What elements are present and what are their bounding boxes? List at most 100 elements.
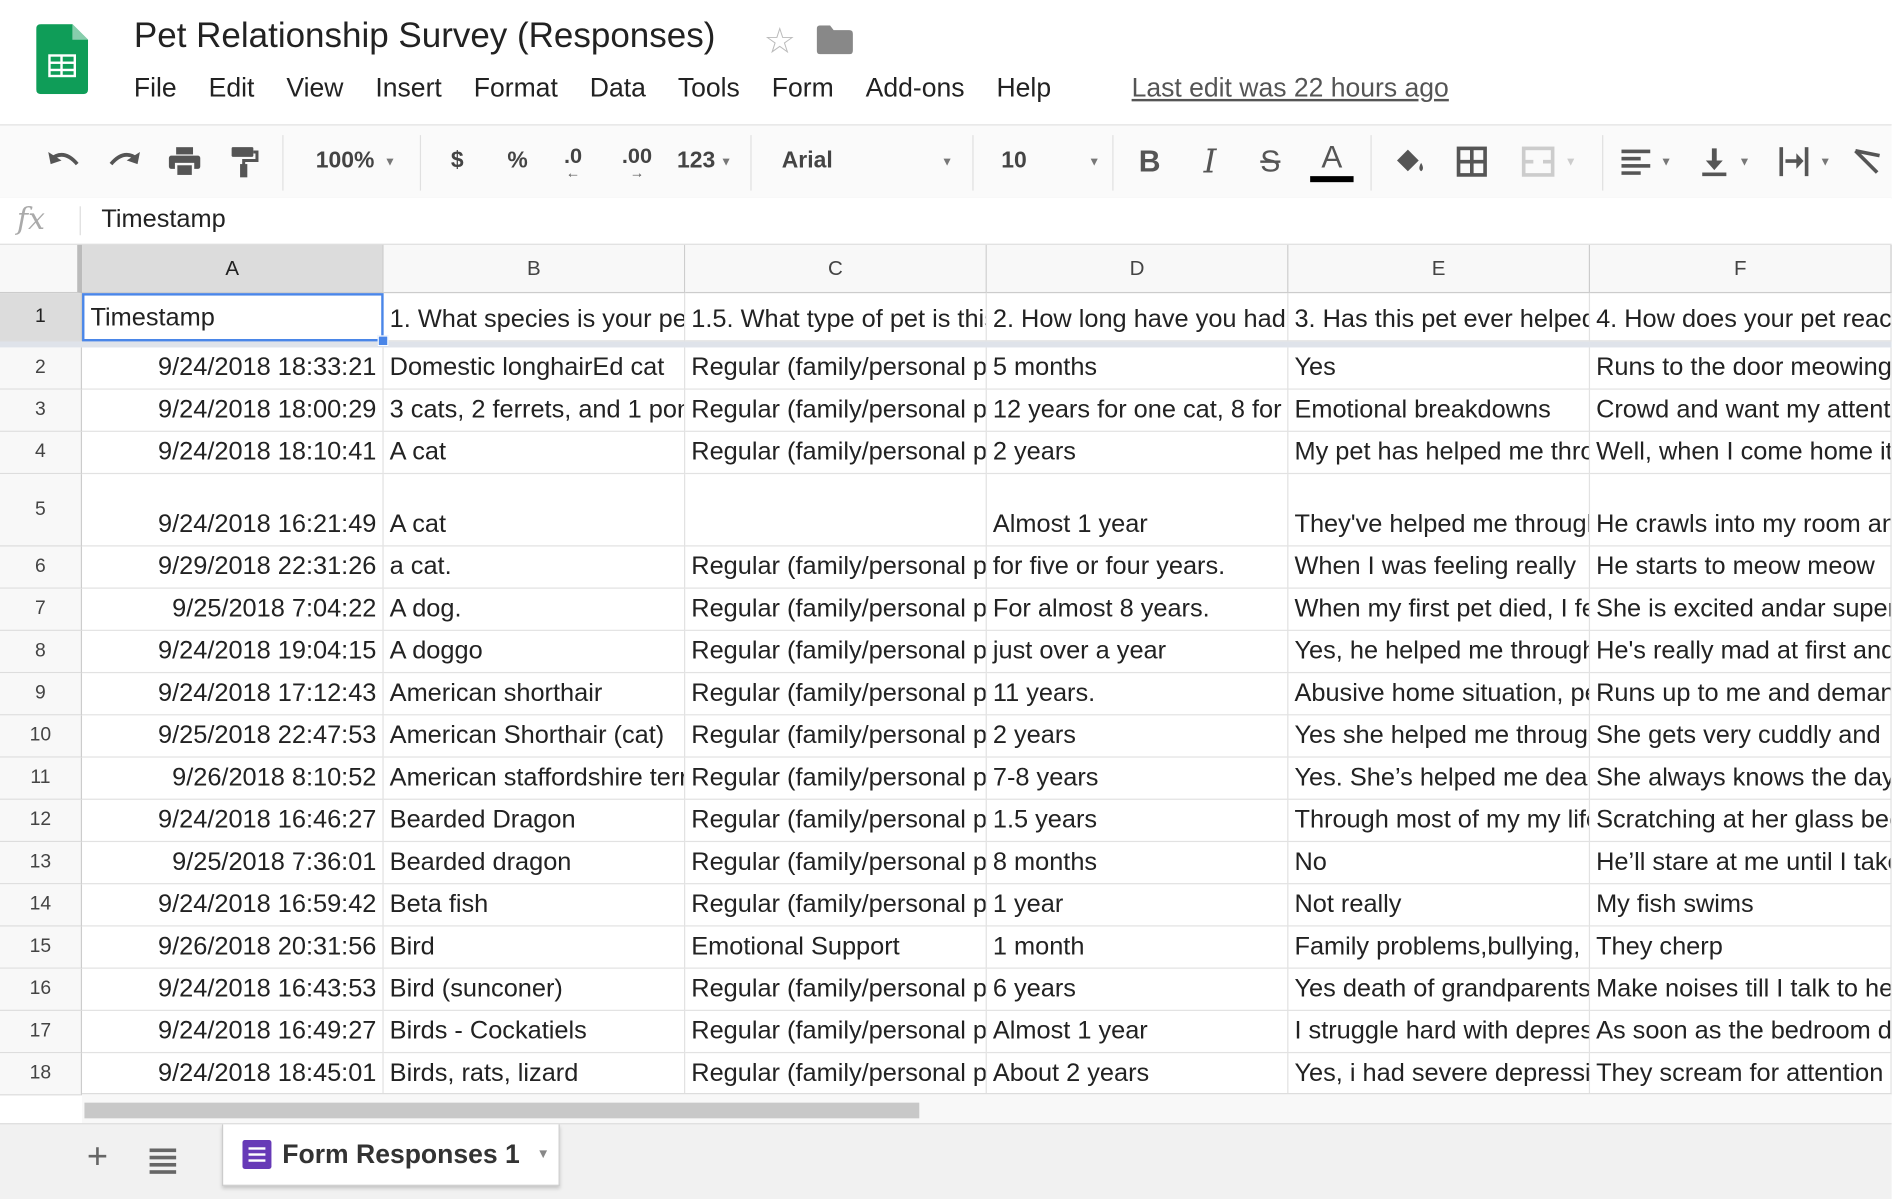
- table-cell[interactable]: Regular (family/personal pet): [685, 1053, 987, 1096]
- table-cell[interactable]: Birds - Cockatiels: [383, 1010, 686, 1054]
- fill-handle[interactable]: [377, 335, 389, 347]
- table-cell[interactable]: Abusive home situation, pet: [1288, 673, 1591, 716]
- row-header[interactable]: 3: [0, 389, 83, 432]
- table-cell[interactable]: They cherp: [1590, 926, 1892, 969]
- row-header[interactable]: 2: [0, 347, 83, 390]
- table-cell[interactable]: 1.5 years: [986, 799, 1289, 843]
- row-header[interactable]: 13: [0, 842, 83, 885]
- table-cell[interactable]: They scream for attention: [1590, 1053, 1892, 1096]
- table-cell[interactable]: 9/29/2018 22:31:26: [82, 546, 384, 589]
- table-cell[interactable]: 7-8 years: [986, 757, 1289, 800]
- table-cell[interactable]: Birds, rats, lizard: [383, 1053, 686, 1096]
- table-cell[interactable]: 9/24/2018 18:10:41: [82, 431, 384, 475]
- table-cell[interactable]: Regular (family/personal pet): [685, 389, 987, 432]
- table-cell[interactable]: Not really: [1288, 884, 1591, 927]
- column-header-e[interactable]: E: [1288, 244, 1591, 294]
- sheets-logo-icon[interactable]: [36, 24, 89, 95]
- menu-edit[interactable]: Edit: [209, 72, 255, 103]
- text-rotation-icon[interactable]: [1851, 125, 1892, 197]
- paint-format-icon[interactable]: [222, 125, 268, 197]
- row-header[interactable]: 7: [0, 588, 83, 631]
- more-formats-select[interactable]: 123 ▼: [671, 125, 739, 197]
- table-cell[interactable]: Bearded Dragon: [383, 799, 686, 843]
- table-cell[interactable]: A cat: [383, 431, 686, 475]
- table-cell[interactable]: Emotional Support: [685, 926, 987, 969]
- table-cell[interactable]: Yes death of grandparents: [1288, 968, 1591, 1011]
- table-cell[interactable]: He's really mad at first and: [1590, 630, 1892, 674]
- table-cell[interactable]: Yes, he helped me through: [1288, 630, 1591, 674]
- table-cell[interactable]: American shorthair: [383, 673, 686, 716]
- table-cell[interactable]: 9/26/2018 20:31:56: [82, 926, 384, 969]
- table-cell[interactable]: When I was feeling really: [1288, 546, 1591, 589]
- strikethrough-button[interactable]: S: [1250, 125, 1291, 197]
- table-cell[interactable]: I struggle hard with depression: [1288, 1010, 1591, 1054]
- table-cell[interactable]: Crowd and want my attention: [1590, 389, 1892, 432]
- table-cell[interactable]: Domestic longhairEd cat: [383, 347, 686, 390]
- font-select[interactable]: Arial ▼: [772, 125, 953, 197]
- column-header-c[interactable]: C: [685, 244, 987, 294]
- table-cell[interactable]: A dog.: [383, 588, 686, 631]
- table-cell[interactable]: When my first pet died, I felt: [1288, 588, 1591, 631]
- table-cell[interactable]: Regular (family/personal pet): [685, 968, 987, 1011]
- table-cell[interactable]: 9/25/2018 7:36:01: [82, 842, 384, 885]
- table-cell[interactable]: Make noises till I talk to her: [1590, 968, 1892, 1011]
- table-cell[interactable]: Yes. She’s helped me deal: [1288, 757, 1591, 800]
- formula-input[interactable]: Timestamp: [101, 205, 225, 234]
- last-edit-link[interactable]: Last edit was 22 hours ago: [1132, 72, 1449, 103]
- menu-view[interactable]: View: [286, 72, 343, 103]
- table-cell[interactable]: About 2 years: [986, 1053, 1289, 1096]
- table-cell[interactable]: Regular (family/personal pet): [685, 799, 987, 843]
- add-sheet-icon[interactable]: +: [87, 1136, 108, 1177]
- header-cell[interactable]: Timestamp: [82, 293, 384, 342]
- redo-icon[interactable]: [101, 125, 147, 197]
- table-cell[interactable]: 9/24/2018 16:46:27: [82, 799, 384, 843]
- menu-insert[interactable]: Insert: [375, 72, 441, 103]
- table-cell[interactable]: 9/24/2018 16:49:27: [82, 1010, 384, 1054]
- table-cell[interactable]: Runs to the door meowing: [1590, 347, 1892, 390]
- decrease-decimal-button[interactable]: .0 ←: [553, 125, 594, 197]
- percent-format-button[interactable]: %: [497, 125, 538, 197]
- table-cell[interactable]: Almost 1 year: [986, 474, 1289, 547]
- row-header[interactable]: 5: [0, 474, 83, 547]
- table-cell[interactable]: Regular (family/personal pet): [685, 588, 987, 631]
- table-cell[interactable]: 9/24/2018 16:59:42: [82, 884, 384, 927]
- table-cell[interactable]: 9/24/2018 19:04:15: [82, 630, 384, 674]
- header-cell[interactable]: 4. How does your pet react when you come…: [1590, 293, 1892, 342]
- increase-decimal-button[interactable]: .00 →: [613, 125, 661, 197]
- sheet-tab-form-responses[interactable]: Form Responses 1 ▼: [221, 1124, 560, 1186]
- header-cell[interactable]: 3. Has this pet ever helped you through …: [1288, 293, 1591, 342]
- undo-icon[interactable]: [41, 125, 87, 197]
- menu-format[interactable]: Format: [474, 72, 558, 103]
- table-cell[interactable]: 3 cats, 2 ferrets, and 1 pony: [383, 389, 686, 432]
- bold-button[interactable]: B: [1129, 125, 1170, 197]
- table-cell[interactable]: She always knows the days: [1590, 757, 1892, 800]
- table-cell[interactable]: A cat: [383, 474, 686, 547]
- currency-format-button[interactable]: $: [439, 125, 475, 197]
- menu-data[interactable]: Data: [590, 72, 646, 103]
- column-header-d[interactable]: D: [986, 244, 1289, 294]
- all-sheets-icon[interactable]: [149, 1148, 177, 1177]
- table-cell[interactable]: Regular (family/personal pet): [685, 884, 987, 927]
- table-cell[interactable]: She is excited andar super: [1590, 588, 1892, 631]
- table-cell[interactable]: 8 months: [986, 842, 1289, 885]
- table-cell[interactable]: My pet has helped me through: [1288, 431, 1591, 475]
- horizontal-align-icon[interactable]: ▼: [1617, 125, 1677, 197]
- row-header[interactable]: 16: [0, 968, 83, 1011]
- table-cell[interactable]: 9/24/2018 18:33:21: [82, 347, 384, 390]
- table-cell[interactable]: 5 months: [986, 347, 1289, 390]
- row-header[interactable]: 17: [0, 1010, 83, 1054]
- table-cell[interactable]: 1 year: [986, 884, 1289, 927]
- table-cell[interactable]: No: [1288, 842, 1591, 885]
- row-header[interactable]: 18: [0, 1053, 83, 1096]
- table-cell[interactable]: 9/25/2018 22:47:53: [82, 715, 384, 758]
- table-cell[interactable]: Family problems,bullying,: [1288, 926, 1591, 969]
- table-cell[interactable]: As soon as the bedroom door: [1590, 1010, 1892, 1054]
- menu-help[interactable]: Help: [997, 72, 1052, 103]
- table-cell[interactable]: 9/24/2018 18:45:01: [82, 1053, 384, 1096]
- text-color-button[interactable]: A: [1308, 125, 1356, 197]
- table-cell[interactable]: Through most of my my life: [1288, 799, 1591, 843]
- menu-tools[interactable]: Tools: [678, 72, 740, 103]
- table-cell[interactable]: Yes: [1288, 347, 1591, 390]
- table-cell[interactable]: for five or four years.: [986, 546, 1289, 589]
- table-cell[interactable]: a cat.: [383, 546, 686, 589]
